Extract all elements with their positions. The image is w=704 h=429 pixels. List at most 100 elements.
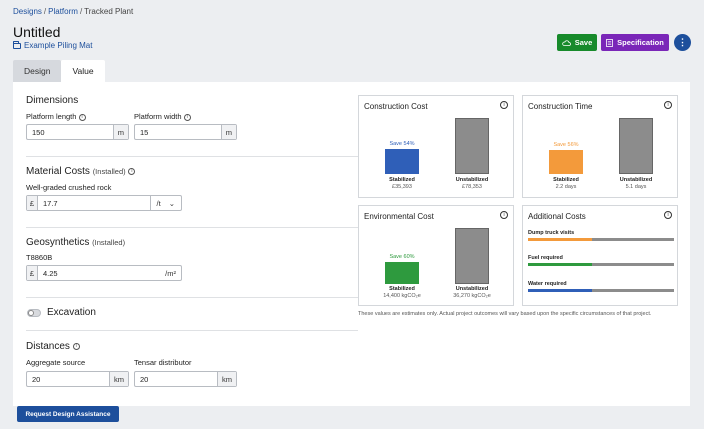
tensar-distributor-label: Tensar distributor	[134, 358, 192, 367]
environmental-cost-stabilized-label: Stabilized	[389, 286, 415, 292]
dimensions-title: Dimensions	[26, 95, 79, 106]
environmental-cost-title: Environmental Cost	[364, 212, 434, 221]
crushed-rock-cost-field[interactable]: £ 17.7 /t ⌄	[26, 195, 182, 211]
specification-button[interactable]: Specification	[601, 34, 669, 51]
construction-cost-stabilized-label: Stabilized	[389, 177, 415, 183]
construction-time-unstabilized-bar	[619, 118, 653, 174]
divider	[26, 227, 358, 228]
construction-time-stabilized-label: Stabilized	[553, 177, 579, 183]
aggregate-source-label: Aggregate source	[26, 358, 86, 367]
platform-length-label-text: Platform length	[26, 112, 77, 121]
chevron-down-icon: ⌄	[168, 198, 175, 208]
page-title: Untitled	[13, 24, 61, 40]
construction-time-save: Save 56%	[553, 142, 579, 148]
tensar-distributor-field[interactable]: 20 km	[134, 371, 237, 387]
water-required-bar	[528, 289, 592, 292]
construction-time-stabilized-value: 2.2 days	[555, 184, 577, 190]
environmental-cost-unstabilized-value: 36,270 kgCO₂e	[453, 293, 491, 299]
geogrid-cost-input[interactable]: 4.25	[38, 266, 160, 280]
environmental-cost-card: Environmental Cost i Save 60% Stabilized…	[358, 205, 514, 306]
additional-costs-title: Additional Costs	[528, 212, 586, 221]
aggregate-source-input[interactable]: 20	[27, 372, 109, 386]
construction-time-unstabilized-label: Unstabilized	[619, 177, 653, 183]
request-design-assistance-button[interactable]: Request Design Assistance	[17, 406, 119, 422]
specification-button-label: Specification	[617, 38, 664, 47]
material-costs-title: Material Costs (Installed) i	[26, 166, 136, 177]
tab-design[interactable]: Design	[13, 60, 62, 82]
construction-time-card: Construction Time i Save 56% Stabilized …	[522, 95, 678, 198]
piling-mat-link[interactable]: Example Piling Mat	[13, 40, 93, 50]
info-icon[interactable]: i	[664, 101, 672, 109]
construction-cost-stabilized-bar	[385, 149, 419, 174]
value-panel: Dimensions Platform length i 150 m Platf…	[13, 82, 690, 406]
excavation-label: Excavation	[47, 307, 96, 318]
piling-mat-link-label: Example Piling Mat	[24, 41, 93, 50]
info-icon[interactable]: i	[664, 211, 672, 219]
platform-length-label: Platform length i	[26, 112, 86, 121]
platform-width-unit: m	[220, 125, 236, 139]
info-icon[interactable]: i	[78, 113, 86, 121]
info-icon[interactable]: i	[183, 113, 191, 121]
platform-width-input[interactable]: 15	[135, 125, 221, 139]
tab-value[interactable]: Value	[61, 60, 105, 82]
fuel-required-label: Fuel required	[528, 255, 563, 261]
material-costs-title-text: Material Costs	[26, 166, 90, 177]
breadcrumb: Designs / Platform / Tracked Plant	[13, 7, 133, 16]
construction-time-unstabilized-value: 5.1 days	[625, 184, 647, 190]
excavation-toggle[interactable]	[27, 309, 41, 317]
distances-title-text: Distances	[26, 341, 70, 352]
breadcrumb-platform[interactable]: Platform	[48, 7, 78, 16]
geogrid-unit: /m²	[165, 268, 176, 278]
tab-bar: Design Value	[13, 60, 105, 82]
geosynthetics-subtitle: (Installed)	[92, 238, 126, 247]
more-options-button[interactable]: ⋮	[674, 34, 691, 51]
info-icon[interactable]: i	[128, 167, 136, 175]
divider	[26, 156, 358, 157]
currency-prefix: £	[27, 196, 38, 210]
info-icon[interactable]: i	[500, 211, 508, 219]
geogrid-cost-field[interactable]: £ 4.25 /m²	[26, 265, 182, 281]
geosynthetics-title-text: Geosynthetics	[26, 237, 90, 248]
disclaimer-text: These values are estimates only. Actual …	[358, 311, 652, 317]
toggle-knob	[28, 310, 34, 316]
aggregate-source-unit: km	[109, 372, 128, 386]
info-icon[interactable]: i	[72, 342, 80, 350]
dump-truck-visits-bar	[528, 238, 592, 241]
environmental-cost-stabilized-bar	[385, 262, 419, 284]
info-icon[interactable]: i	[500, 101, 508, 109]
platform-width-label-text: Platform width	[134, 112, 182, 121]
folder-icon	[13, 40, 21, 49]
construction-cost-unstabilized-label: Unstabilized	[455, 177, 489, 183]
construction-time-title: Construction Time	[528, 102, 593, 111]
aggregate-source-field[interactable]: 20 km	[26, 371, 129, 387]
platform-width-field[interactable]: 15 m	[134, 124, 237, 140]
breadcrumb-sep: /	[43, 7, 47, 16]
geosynthetics-title: Geosynthetics (Installed)	[26, 237, 125, 248]
breadcrumb-designs[interactable]: Designs	[13, 7, 42, 16]
divider	[26, 297, 358, 298]
geogrid-label: T8860B	[26, 253, 53, 262]
environmental-cost-unstabilized-bar	[455, 228, 489, 284]
unit-select-value: /t	[156, 198, 161, 208]
construction-cost-unstabilized-value: £78,353	[462, 184, 482, 190]
save-button[interactable]: Save	[557, 34, 597, 51]
platform-length-input[interactable]: 150	[27, 125, 113, 139]
platform-length-field[interactable]: 150 m	[26, 124, 129, 140]
crushed-rock-cost-input[interactable]: 17.7	[38, 196, 150, 210]
tensar-distributor-input[interactable]: 20	[135, 372, 217, 386]
environmental-cost-unstabilized-label: Unstabilized	[455, 286, 489, 292]
save-button-label: Save	[574, 38, 593, 47]
more-vertical-icon: ⋮	[678, 37, 687, 47]
construction-cost-card: Construction Cost i Save 54% Stabilized …	[358, 95, 514, 198]
crushed-rock-label: Well-graded crushed rock	[26, 183, 112, 192]
platform-length-unit: m	[112, 125, 128, 139]
unit-select[interactable]: /t ⌄	[149, 196, 181, 210]
construction-cost-title: Construction Cost	[364, 102, 428, 111]
document-icon	[606, 38, 614, 47]
breadcrumb-current: Tracked Plant	[84, 7, 134, 16]
construction-cost-save: Save 54%	[389, 141, 415, 147]
construction-cost-unstabilized-bar	[455, 118, 489, 174]
platform-width-label: Platform width i	[134, 112, 191, 121]
material-costs-subtitle: (Installed)	[92, 167, 126, 176]
divider	[26, 330, 358, 331]
